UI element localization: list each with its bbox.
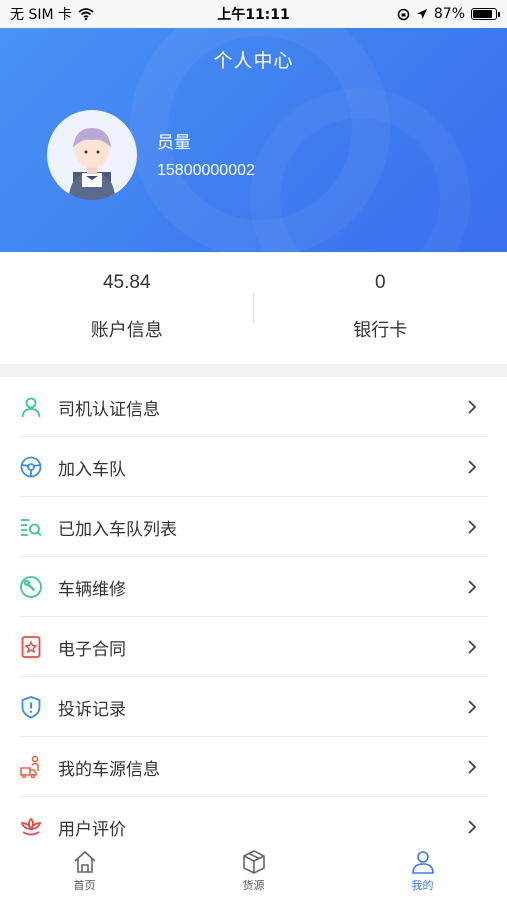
menu-item-my-vehicle-source[interactable]: 我的车源信息 <box>0 737 507 797</box>
bank-card-stat[interactable]: 0 银行卡 <box>254 252 507 364</box>
location-arrow-icon <box>416 9 427 19</box>
menu-item-driver-certification[interactable]: 司机认证信息 <box>0 377 507 437</box>
list-search-icon <box>19 515 43 539</box>
avatar-person-icon <box>69 128 115 200</box>
tab-home[interactable]: 首页 <box>0 849 169 900</box>
battery-percent: 87% <box>433 6 465 22</box>
carrier-label: 无 SIM 卡 <box>10 7 72 23</box>
stats-divider <box>253 292 254 324</box>
menu-label: 投诉记录 <box>58 699 126 720</box>
chevron-right-icon <box>468 760 477 774</box>
shield-alert-icon <box>19 695 43 719</box>
menu-item-joined-fleet-list[interactable]: 已加入车队列表 <box>0 497 507 557</box>
tab-label: 我的 <box>411 879 434 892</box>
contract-icon <box>19 635 43 659</box>
status-right: 87% <box>397 6 500 22</box>
menu-label: 车辆维修 <box>58 579 126 600</box>
avatar[interactable] <box>47 110 137 200</box>
chevron-right-icon <box>468 700 477 714</box>
menu-item-join-fleet[interactable]: 加入车队 <box>0 437 507 497</box>
flower-rating-icon <box>19 815 43 839</box>
chevron-right-icon <box>468 640 477 654</box>
menu-item-complaint-records[interactable]: 投诉记录 <box>0 677 507 737</box>
menu-label: 我的车源信息 <box>58 759 160 780</box>
chevron-right-icon <box>468 460 477 474</box>
truck-person-icon <box>19 755 43 779</box>
account-info-stat[interactable]: 45.84 账户信息 <box>0 252 254 364</box>
battery-icon <box>471 8 500 20</box>
page-title: 个人中心 <box>213 50 294 72</box>
bank-card-count: 0 <box>374 272 386 293</box>
user-phone: 15800000002 <box>157 162 255 179</box>
profile-menu: 司机认证信息 加入车队 已加入车队列表 车辆维修 电子合同 投诉记录 我的车源信… <box>0 377 507 849</box>
chevron-right-icon <box>468 520 477 534</box>
account-stats: 45.84 账户信息 0 银行卡 <box>0 252 507 364</box>
menu-label: 电子合同 <box>58 639 126 660</box>
chevron-right-icon <box>468 400 477 414</box>
steering-wheel-icon <box>19 455 43 479</box>
profile-icon <box>411 851 434 874</box>
tab-label: 首页 <box>73 879 96 892</box>
menu-item-vehicle-repair[interactable]: 车辆维修 <box>0 557 507 617</box>
menu-item-e-contract[interactable]: 电子合同 <box>0 617 507 677</box>
account-info-label: 账户信息 <box>90 320 163 341</box>
user-name: 员量 <box>157 133 191 153</box>
status-left: 无 SIM 卡 <box>10 4 94 24</box>
menu-item-user-reviews[interactable]: 用户评价 <box>0 797 507 849</box>
bottom-tab-bar: 首页 货源 我的 <box>0 849 507 900</box>
user-icon <box>19 395 43 419</box>
profile-header: 个人中心 员量 15800000002 <box>0 28 507 252</box>
chevron-right-icon <box>468 580 477 594</box>
menu-label: 司机认证信息 <box>58 399 160 420</box>
battery-fill <box>473 10 493 18</box>
home-icon <box>73 850 96 873</box>
box-icon <box>242 850 265 874</box>
tab-mine[interactable]: 我的 <box>338 849 507 900</box>
tab-label: 货源 <box>242 879 265 892</box>
wrench-icon <box>19 575 43 599</box>
menu-label: 用户评价 <box>58 819 126 840</box>
profile-page: 无 SIM 卡 上午11:11 87% 个人中心 员量 15800000002 … <box>0 0 507 900</box>
bank-card-label: 银行卡 <box>353 320 408 341</box>
menu-label: 已加入车队列表 <box>58 519 177 540</box>
orientation-lock-icon <box>397 8 410 20</box>
menu-label: 加入车队 <box>58 459 126 480</box>
chevron-right-icon <box>468 820 477 834</box>
wifi-icon <box>78 8 94 20</box>
status-bar: 无 SIM 卡 上午11:11 87% <box>0 0 507 28</box>
tab-cargo-source[interactable]: 货源 <box>169 849 338 900</box>
account-balance: 45.84 <box>102 272 151 293</box>
